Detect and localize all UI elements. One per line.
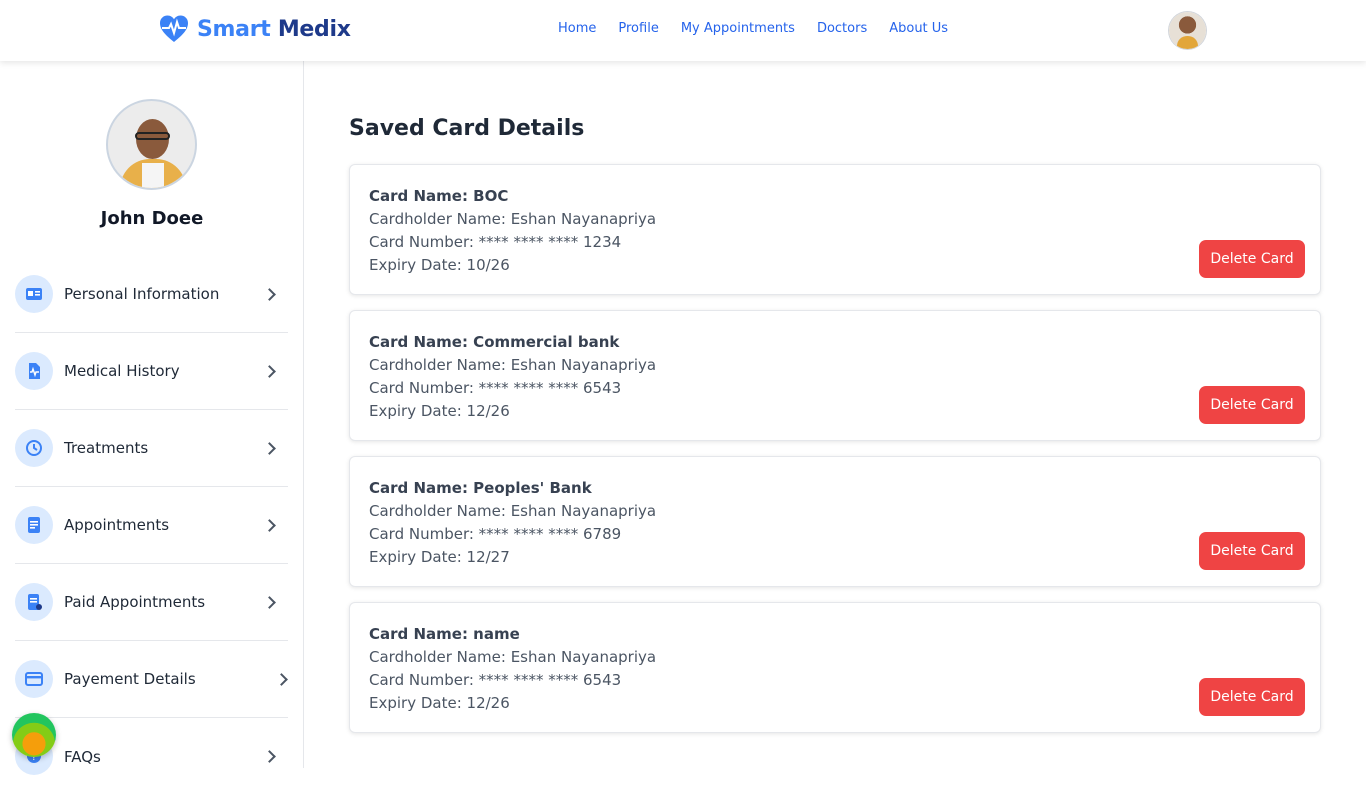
- document-icon: [15, 506, 53, 544]
- chevron-right-icon: [263, 441, 276, 455]
- logo-text-smart: Smart: [197, 16, 271, 42]
- chevron-right-icon: [263, 287, 276, 301]
- credit-card-icon: [15, 660, 53, 698]
- chevron-right-icon: [263, 518, 276, 532]
- card-number: Card Number: **** **** **** 1234: [369, 233, 622, 251]
- card-number: Card Number: **** **** **** 6543: [369, 379, 622, 397]
- sidebar-item-appointments[interactable]: Appointments: [15, 487, 288, 564]
- medical-file-icon: [15, 352, 53, 390]
- app-logo[interactable]: Smart Medix: [158, 13, 351, 45]
- nav-home[interactable]: Home: [558, 21, 596, 36]
- cardholder-name: Cardholder Name: Eshan Nayanapriya: [369, 502, 657, 520]
- cardholder-name: Cardholder Name: Eshan Nayanapriya: [369, 210, 657, 228]
- sidebar-item-label: Paid Appointments: [64, 593, 206, 611]
- card-number: Card Number: **** **** **** 6789: [369, 525, 622, 543]
- sidebar-item-label: Payement Details: [64, 670, 196, 688]
- id-card-icon: [15, 275, 53, 313]
- photo-shirt: [142, 163, 164, 188]
- photo-glasses: [135, 132, 170, 140]
- chevron-right-icon: [275, 672, 288, 686]
- logo-text: Smart Medix: [197, 17, 351, 42]
- sidebar-item-personal-information[interactable]: Personal Information: [15, 256, 288, 333]
- sidebar-item-label: Personal Information: [64, 285, 220, 303]
- floating-assistant-icon[interactable]: [12, 713, 56, 757]
- card-details: Card Name: BOC Cardholder Name: Eshan Na…: [369, 185, 656, 277]
- nav-doctors[interactable]: Doctors: [817, 21, 867, 36]
- card-name: Card Name: Commercial bank: [369, 333, 620, 351]
- card-name: Card Name: Peoples' Bank: [369, 479, 592, 497]
- main-content: Saved Card Details Card Name: BOC Cardho…: [304, 61, 1366, 768]
- sidebar-item-label: FAQs: [64, 747, 101, 766]
- sidebar-item-label: Treatments: [64, 439, 149, 457]
- logo-text-medix: Medix: [277, 16, 351, 42]
- user-avatar[interactable]: [1169, 12, 1206, 49]
- delete-card-button[interactable]: Delete Card: [1199, 386, 1305, 424]
- sidebar-item-faqs[interactable]: ? FAQs: [15, 718, 288, 795]
- saved-cards-list: Card Name: BOC Cardholder Name: Eshan Na…: [349, 164, 1321, 748]
- chevron-right-icon: [263, 595, 276, 609]
- sidebar-menu: Personal Information Medical History Tre…: [15, 256, 288, 795]
- history-clock-icon: [15, 429, 53, 467]
- saved-card: Card Name: Commercial bank Cardholder Na…: [349, 310, 1321, 441]
- sidebar-item-label: Medical History: [64, 362, 180, 380]
- sidebar-item-paid-appointments[interactable]: Paid Appointments: [15, 564, 288, 641]
- expiry-date: Expiry Date: 10/26: [369, 256, 510, 274]
- sidebar-item-treatments[interactable]: Treatments: [15, 410, 288, 487]
- cardholder-name: Cardholder Name: Eshan Nayanapriya: [369, 648, 657, 666]
- saved-card: Card Name: BOC Cardholder Name: Eshan Na…: [349, 164, 1321, 295]
- main-nav: Home Profile My Appointments Doctors Abo…: [558, 21, 970, 36]
- nav-about-us[interactable]: About Us: [889, 21, 948, 36]
- delete-card-button[interactable]: Delete Card: [1199, 240, 1305, 278]
- profile-name: John Doee: [100, 208, 204, 229]
- nav-profile[interactable]: Profile: [618, 21, 658, 36]
- top-navbar: Smart Medix Home Profile My Appointments…: [0, 0, 1366, 61]
- card-name: Card Name: BOC: [369, 187, 509, 205]
- card-number: Card Number: **** **** **** 6543: [369, 671, 622, 689]
- sidebar-item-medical-history[interactable]: Medical History: [15, 333, 288, 410]
- paid-document-icon: [15, 583, 53, 621]
- sidebar-item-payment-details[interactable]: Payement Details: [15, 641, 288, 718]
- delete-card-button[interactable]: Delete Card: [1199, 532, 1305, 570]
- card-details: Card Name: Peoples' Bank Cardholder Name…: [369, 477, 656, 569]
- cardholder-name: Cardholder Name: Eshan Nayanapriya: [369, 356, 657, 374]
- page-title: Saved Card Details: [349, 116, 585, 141]
- delete-card-button[interactable]: Delete Card: [1199, 678, 1305, 716]
- nav-my-appointments[interactable]: My Appointments: [681, 21, 795, 36]
- saved-card: Card Name: name Cardholder Name: Eshan N…: [349, 602, 1321, 733]
- heart-pulse-icon: [160, 15, 188, 42]
- expiry-date: Expiry Date: 12/26: [369, 402, 510, 420]
- card-details: Card Name: Commercial bank Cardholder Na…: [369, 331, 656, 423]
- chevron-right-icon: [263, 750, 276, 763]
- card-name: Card Name: name: [369, 625, 520, 643]
- profile-photo: [106, 99, 197, 190]
- chevron-right-icon: [263, 364, 276, 378]
- saved-card: Card Name: Peoples' Bank Cardholder Name…: [349, 456, 1321, 587]
- sidebar-item-label: Appointments: [64, 516, 170, 534]
- card-details: Card Name: name Cardholder Name: Eshan N…: [369, 623, 656, 715]
- profile-sidebar: John Doee Personal Information Medical H…: [0, 61, 304, 775]
- expiry-date: Expiry Date: 12/27: [369, 548, 510, 566]
- expiry-date: Expiry Date: 12/26: [369, 694, 510, 712]
